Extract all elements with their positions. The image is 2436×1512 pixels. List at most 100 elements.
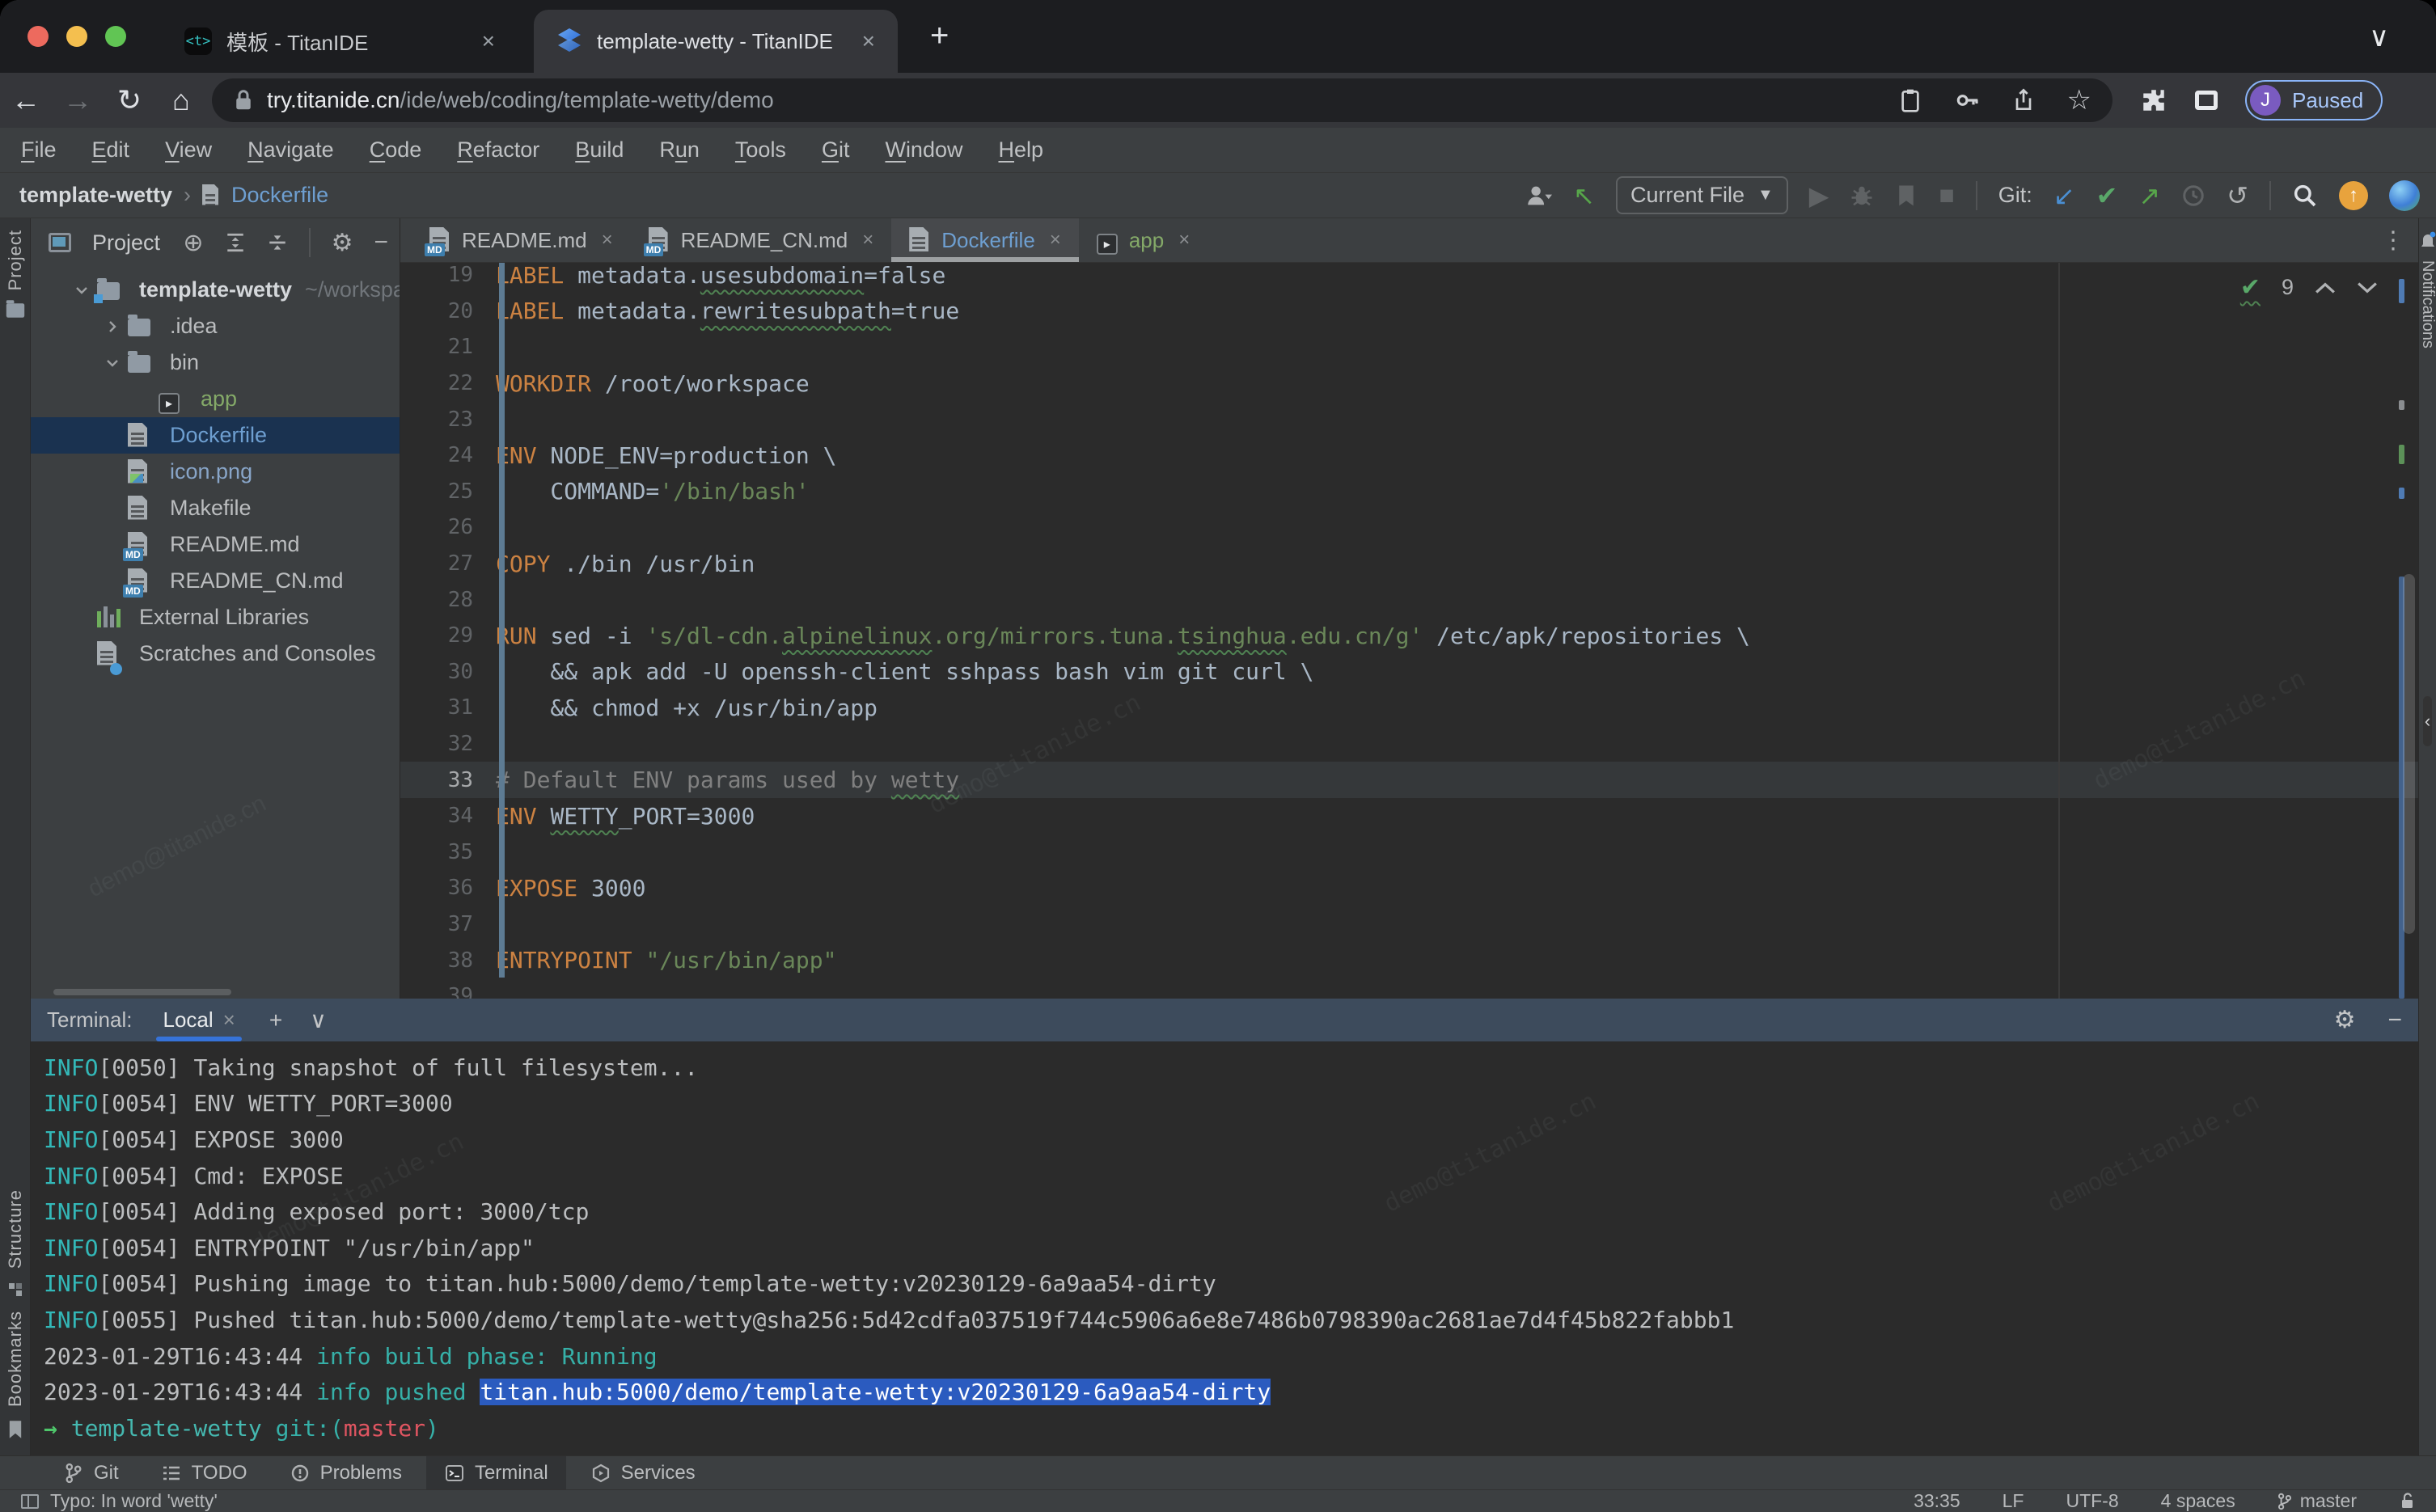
- code-line-33[interactable]: 33# Default ENV params used by wetty: [400, 762, 2418, 798]
- window-controls[interactable]: [27, 26, 126, 47]
- git-commit-icon[interactable]: ✔: [2096, 180, 2118, 211]
- expand-all-icon[interactable]: [225, 232, 246, 253]
- next-problem-icon[interactable]: [2357, 281, 2378, 295]
- code-line-23[interactable]: 23: [400, 401, 2418, 437]
- tree-item-template-wetty[interactable]: template-wetty~/workspace: [31, 272, 400, 308]
- side-panel-icon[interactable]: [2195, 91, 2218, 110]
- terminal-settings-gear-icon[interactable]: ⚙: [2334, 1006, 2356, 1034]
- chevron-down-icon[interactable]: [97, 355, 128, 371]
- notifications-bell-icon[interactable]: [2420, 231, 2436, 249]
- prev-problem-icon[interactable]: [2315, 281, 2336, 295]
- run-configuration-select[interactable]: Current File ▼: [1616, 176, 1788, 214]
- gear-icon[interactable]: ⚙: [332, 229, 353, 257]
- tab-search-chevron-icon[interactable]: ∨: [2369, 21, 2389, 53]
- tree-item-icon-png[interactable]: icon.png: [31, 454, 400, 490]
- code-line-22[interactable]: 22WORKDIR /root/workspace: [400, 365, 2418, 402]
- menu-view[interactable]: View: [165, 137, 212, 163]
- history-clock-icon[interactable]: [2181, 184, 2206, 208]
- close-tab-icon[interactable]: ×: [862, 229, 873, 251]
- terminal-output[interactable]: INFO[0050] Taking snapshot of full files…: [31, 1041, 2418, 1455]
- close-tab-icon[interactable]: ×: [602, 229, 613, 251]
- close-tab-icon[interactable]: ×: [1050, 229, 1061, 251]
- menu-tools[interactable]: Tools: [735, 137, 786, 163]
- tool-window-git[interactable]: Git: [45, 1456, 137, 1489]
- menu-window[interactable]: Window: [885, 137, 962, 163]
- terminal-tab-local[interactable]: Local ×: [156, 999, 241, 1041]
- close-window-button[interactable]: [27, 26, 49, 47]
- code-line-32[interactable]: 32: [400, 726, 2418, 762]
- code-line-29[interactable]: 29RUN sed -i 's/dl-cdn.alpinelinux.org/m…: [400, 618, 2418, 654]
- code-area[interactable]: 19LABEL metadata.usesubdomain=false20LAB…: [400, 263, 2418, 999]
- chevron-down-icon[interactable]: [66, 282, 97, 298]
- git-branch-widget[interactable]: master: [2277, 1490, 2357, 1512]
- update-available-icon[interactable]: ↑: [2339, 181, 2368, 210]
- titanide-sphere-icon[interactable]: [2389, 180, 2420, 211]
- rollback-icon[interactable]: ↺: [2227, 180, 2248, 211]
- close-tab-icon[interactable]: ×: [1178, 229, 1190, 251]
- code-line-20[interactable]: 20LABEL metadata.rewritesubpath=true: [400, 294, 2418, 330]
- code-line-35[interactable]: 35: [400, 834, 2418, 871]
- terminal-dropdown-icon[interactable]: ∨: [310, 1007, 327, 1033]
- tree-item-readme-cn-md[interactable]: MDREADME_CN.md: [31, 563, 400, 599]
- run-icon[interactable]: ▶: [1809, 180, 1829, 211]
- editor-tab-readme-cn-md[interactable]: MDREADME_CN.md×: [631, 218, 892, 262]
- build-project-icon[interactable]: ↖: [1573, 180, 1595, 211]
- browser-menu-icon[interactable]: ⋮: [2426, 87, 2436, 115]
- menu-refactor[interactable]: Refactor: [457, 137, 539, 163]
- git-push-icon[interactable]: ↗: [2138, 180, 2160, 211]
- hide-terminal-icon[interactable]: −: [2387, 1007, 2402, 1034]
- zoom-window-button[interactable]: [105, 26, 126, 47]
- select-opened-file-icon[interactable]: ⊕: [183, 229, 203, 257]
- inspections-widget[interactable]: ✔ 9: [2240, 273, 2378, 302]
- project-tool-button[interactable]: Project: [4, 230, 27, 319]
- tree-item-makefile[interactable]: Makefile: [31, 490, 400, 526]
- close-tab-icon[interactable]: ×: [862, 28, 875, 54]
- editor-tab-readme-md[interactable]: MDREADME.md×: [412, 218, 631, 262]
- code-line-31[interactable]: 31 && chmod +x /usr/bin/app: [400, 690, 2418, 726]
- horizontal-scrollbar[interactable]: [53, 989, 231, 995]
- stop-icon[interactable]: ■: [1939, 180, 1954, 210]
- code-line-26[interactable]: 26: [400, 509, 2418, 546]
- browser-tab-inactive[interactable]: <t> 模板 - TitanIDE ×: [162, 10, 518, 73]
- reload-icon[interactable]: ↻: [104, 83, 155, 117]
- code-line-27[interactable]: 27COPY ./bin /usr/bin: [400, 546, 2418, 582]
- code-line-30[interactable]: 30 && apk add -U openssh-client sshpass …: [400, 654, 2418, 691]
- line-separator[interactable]: LF: [2003, 1490, 2024, 1512]
- menu-run[interactable]: Run: [659, 137, 700, 163]
- close-tab-icon[interactable]: ×: [482, 28, 495, 54]
- git-update-icon[interactable]: ↙: [2053, 180, 2075, 211]
- editor-tab-dockerfile[interactable]: Dockerfile×: [891, 218, 1079, 262]
- minimize-window-button[interactable]: [66, 26, 87, 47]
- breadcrumb-file[interactable]: Dockerfile: [231, 183, 328, 208]
- file-encoding[interactable]: UTF-8: [2066, 1490, 2118, 1512]
- menu-build[interactable]: Build: [575, 137, 624, 163]
- debug-icon[interactable]: [1850, 184, 1874, 208]
- code-line-21[interactable]: 21: [400, 329, 2418, 365]
- bookmark-star-icon[interactable]: ☆: [2067, 84, 2091, 116]
- extensions-puzzle-icon[interactable]: [2140, 87, 2167, 114]
- tree-item-readme-md[interactable]: MDREADME.md: [31, 526, 400, 563]
- code-line-39[interactable]: 39: [400, 978, 2418, 999]
- error-stripe[interactable]: [2394, 263, 2415, 999]
- editor-tab-app[interactable]: ▸app×: [1079, 218, 1207, 262]
- new-terminal-icon[interactable]: +: [269, 1007, 282, 1033]
- menu-file[interactable]: File: [21, 137, 57, 163]
- tree-item-app[interactable]: ▸app: [31, 381, 400, 417]
- menu-navigate[interactable]: Navigate: [247, 137, 334, 163]
- menu-help[interactable]: Help: [998, 137, 1043, 163]
- indent-style[interactable]: 4 spaces: [2161, 1490, 2235, 1512]
- home-icon[interactable]: ⌂: [155, 83, 207, 117]
- menu-code[interactable]: Code: [370, 137, 422, 163]
- code-line-36[interactable]: 36EXPOSE 3000: [400, 870, 2418, 906]
- caret-position[interactable]: 33:35: [1914, 1490, 1960, 1512]
- tool-window-todo[interactable]: TODO: [143, 1456, 265, 1489]
- structure-tool-button[interactable]: Structure: [5, 1189, 26, 1269]
- code-line-38[interactable]: 38ENTRYPOINT "/usr/bin/app": [400, 942, 2418, 978]
- close-terminal-tab-icon[interactable]: ×: [223, 1007, 235, 1033]
- tree-item-bin[interactable]: bin: [31, 344, 400, 381]
- run-with-coverage-icon[interactable]: [1895, 184, 1918, 208]
- tree-item-dockerfile[interactable]: Dockerfile: [31, 417, 400, 454]
- clipboard-icon[interactable]: [1899, 87, 1922, 113]
- profile-chip[interactable]: J Paused: [2245, 80, 2383, 120]
- hide-panel-icon[interactable]: −: [374, 229, 388, 256]
